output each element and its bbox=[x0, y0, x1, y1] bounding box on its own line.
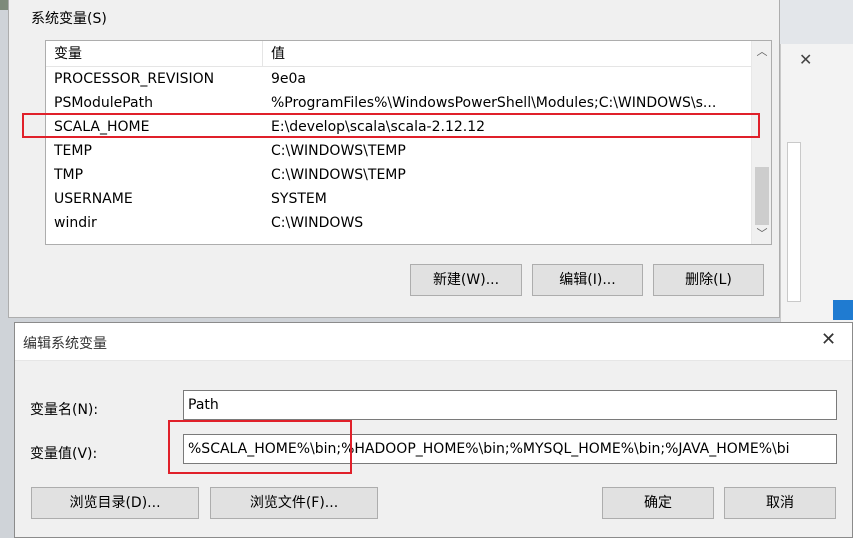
background-panel bbox=[787, 142, 801, 302]
list-header: 变量 值 bbox=[46, 41, 751, 67]
edit-system-variable-dialog: 编辑系统变量 ✕ 变量名(N): Path 变量值(V): %SCALA_HOM… bbox=[14, 322, 853, 538]
chevron-down-icon[interactable]: ﹀ bbox=[752, 225, 771, 243]
variable-value: C:\WINDOWS\TEMP bbox=[271, 143, 406, 159]
chevron-up-icon[interactable]: ︿ bbox=[752, 43, 771, 61]
table-row[interactable]: TMP C:\WINDOWS\TEMP bbox=[46, 163, 751, 187]
table-row[interactable]: PROCESSOR_REVISION 9e0a bbox=[46, 67, 751, 91]
taskbar-icon bbox=[833, 300, 853, 320]
scrollbar-thumb[interactable] bbox=[755, 167, 769, 225]
dialog-title-bar: 编辑系统变量 ✕ bbox=[15, 323, 852, 361]
edit-variable-button[interactable]: 编辑(I)... bbox=[532, 264, 643, 296]
variable-name: PSModulePath bbox=[54, 95, 153, 111]
variable-name: PROCESSOR_REVISION bbox=[54, 71, 215, 87]
variable-name: USERNAME bbox=[54, 191, 133, 207]
variable-name: windir bbox=[54, 215, 97, 231]
highlight-annotation-scala-bin bbox=[168, 420, 352, 474]
list-scrollbar[interactable]: ︿ ﹀ bbox=[751, 41, 771, 244]
highlight-annotation-scala-home bbox=[22, 113, 760, 138]
system-variables-list[interactable]: 变量 值 PROCESSOR_REVISION 9e0a PSModulePat… bbox=[45, 40, 772, 245]
variable-value: C:\WINDOWS bbox=[271, 215, 364, 231]
variable-value: 9e0a bbox=[271, 71, 307, 87]
variable-name: TEMP bbox=[54, 143, 92, 159]
column-header-value[interactable]: 值 bbox=[263, 41, 751, 67]
new-variable-button[interactable]: 新建(W)... bbox=[410, 264, 522, 296]
table-row[interactable]: TEMP C:\WINDOWS\TEMP bbox=[46, 139, 751, 163]
variable-name: TMP bbox=[54, 167, 84, 183]
delete-variable-button[interactable]: 删除(L) bbox=[653, 264, 764, 296]
dialog-title: 编辑系统变量 bbox=[23, 336, 107, 352]
variable-value: SYSTEM bbox=[271, 191, 327, 207]
table-row[interactable]: PSModulePath %ProgramFiles%\WindowsPower… bbox=[46, 91, 751, 115]
close-icon[interactable]: ✕ bbox=[821, 329, 836, 350]
cancel-button[interactable]: 取消 bbox=[724, 487, 836, 519]
system-variables-group-label: 系统变量(S) bbox=[29, 8, 109, 28]
close-icon[interactable]: ✕ bbox=[799, 50, 812, 69]
variable-name-label: 变量名(N): bbox=[30, 402, 99, 418]
variable-value: %ProgramFiles%\WindowsPowerShell\Modules… bbox=[271, 95, 717, 111]
column-header-variable[interactable]: 变量 bbox=[46, 41, 263, 67]
variable-value: C:\WINDOWS\TEMP bbox=[271, 167, 406, 183]
list-rows: PROCESSOR_REVISION 9e0a PSModulePath %Pr… bbox=[46, 67, 751, 235]
browse-file-button[interactable]: 浏览文件(F)... bbox=[210, 487, 378, 519]
table-row[interactable]: USERNAME SYSTEM bbox=[46, 187, 751, 211]
ok-button[interactable]: 确定 bbox=[602, 487, 714, 519]
browse-directory-button[interactable]: 浏览目录(D)... bbox=[31, 487, 199, 519]
variable-value-label: 变量值(V): bbox=[30, 446, 98, 462]
table-row[interactable]: windir C:\WINDOWS bbox=[46, 211, 751, 235]
environment-variables-window: 系统变量(S) 变量 值 PROCESSOR_REVISION 9e0a PSM… bbox=[8, 0, 780, 318]
variable-name-input[interactable]: Path bbox=[183, 390, 837, 420]
